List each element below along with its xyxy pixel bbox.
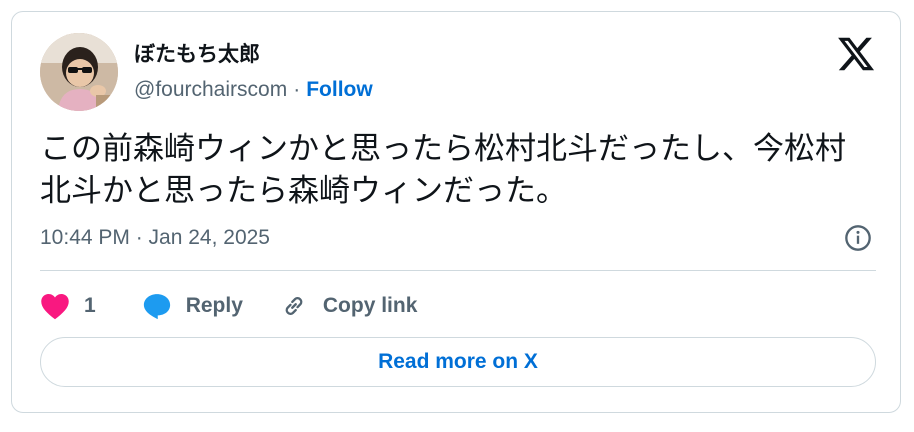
tweet-embed-card: ぼたもち太郎 @fourchairscom · Follow この前森崎ウィンかと思…: [11, 11, 901, 413]
reply-label: Reply: [185, 294, 243, 317]
x-logo-icon[interactable]: [836, 34, 876, 74]
like-count: 1: [84, 294, 96, 317]
read-more-button[interactable]: Read more on X: [40, 337, 876, 387]
copy-link-label: Copy link: [322, 294, 418, 317]
info-icon[interactable]: [844, 224, 872, 252]
follow-button[interactable]: Follow: [306, 78, 373, 101]
author-handle[interactable]: @fourchairscom: [134, 78, 287, 101]
tweet-timestamp[interactable]: 10:44 PM · Jan 24, 2025: [40, 226, 270, 250]
reply-button[interactable]: Reply: [142, 292, 243, 320]
author-display-name[interactable]: ぼたもち太郎: [134, 38, 260, 68]
heart-icon: [41, 294, 69, 320]
divider: [40, 270, 876, 271]
action-bar: 1 Reply Copy link: [40, 284, 417, 328]
like-button[interactable]: 1: [40, 292, 96, 320]
speech-bubble-icon: [143, 294, 170, 320]
avatar-image: [40, 33, 118, 111]
author-handle-row: @fourchairscom · Follow: [134, 78, 373, 102]
avatar[interactable]: [40, 33, 118, 111]
tweet-text: この前森崎ウィンかと思ったら松村北斗だったし、今松村北斗かと思ったら森崎ウィンだ…: [40, 131, 846, 209]
link-icon: [285, 297, 303, 315]
separator-dot: ·: [293, 78, 301, 101]
copy-link-button[interactable]: Copy link: [279, 292, 418, 320]
